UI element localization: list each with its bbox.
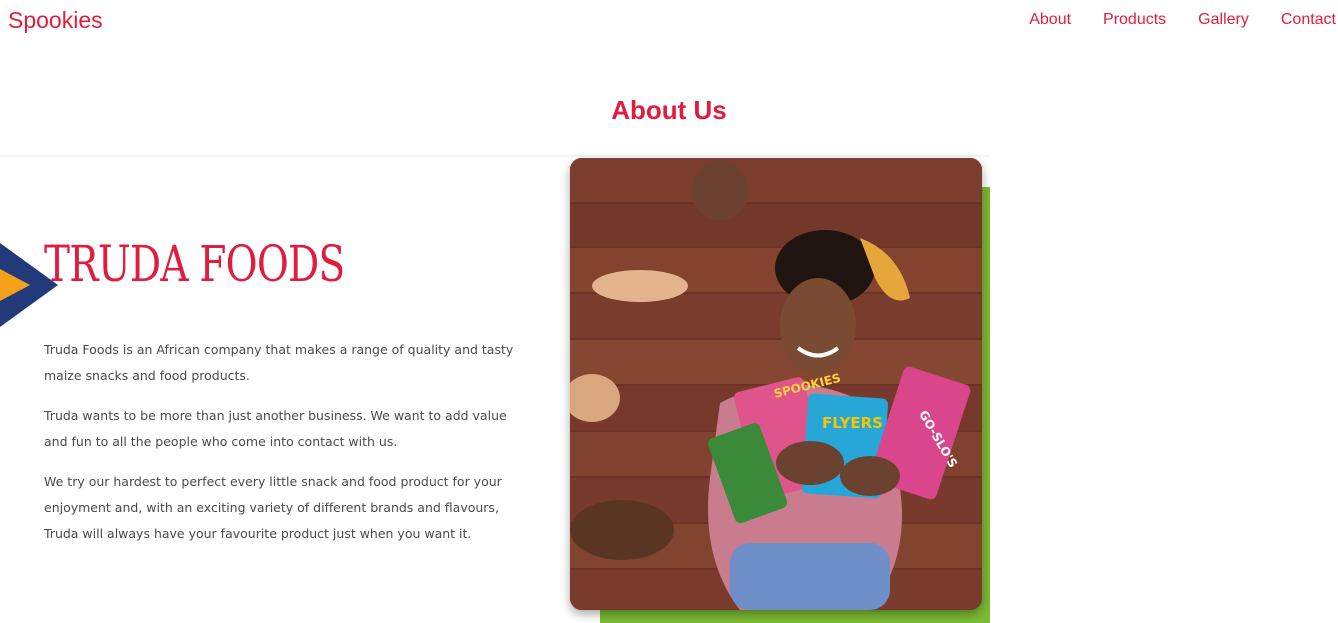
about-paragraph-2: Truda wants to be more than just another…	[44, 408, 507, 449]
about-paragraph-1: Truda Foods is an African company that m…	[44, 342, 514, 383]
hand-left-bottom	[570, 500, 674, 560]
page-title: About Us	[611, 95, 727, 125]
nav-link-products[interactable]: Products	[1103, 11, 1166, 29]
banner-heading: TRUDA FOODS	[44, 235, 345, 293]
hero-photo: SPOOKIES FLYERS GO-SLO'S	[570, 158, 982, 610]
person-jeans	[730, 543, 890, 610]
hand-top	[692, 160, 748, 220]
nav-link-contact[interactable]: Contact	[1281, 11, 1336, 29]
hand-left-top	[592, 270, 688, 302]
pack-label-flyers: FLYERS	[822, 414, 883, 432]
nav-link-about[interactable]: About	[1029, 11, 1071, 29]
about-paragraph-3: We try our hardest to perfect every litt…	[44, 474, 502, 541]
person-hands	[776, 441, 844, 485]
main-nav: About Products Gallery Contact	[997, 11, 1338, 29]
brand-logo-link[interactable]: Spookies	[8, 7, 103, 34]
about-banner: TRUDA FOODS Truda Foods is an African co…	[0, 155, 990, 623]
person-face	[780, 278, 856, 374]
hero-photo-illustration: SPOOKIES FLYERS GO-SLO'S	[570, 158, 982, 610]
nav-link-gallery[interactable]: Gallery	[1198, 11, 1249, 29]
top-navbar: Spookies About Products Gallery Contact	[0, 0, 1338, 42]
